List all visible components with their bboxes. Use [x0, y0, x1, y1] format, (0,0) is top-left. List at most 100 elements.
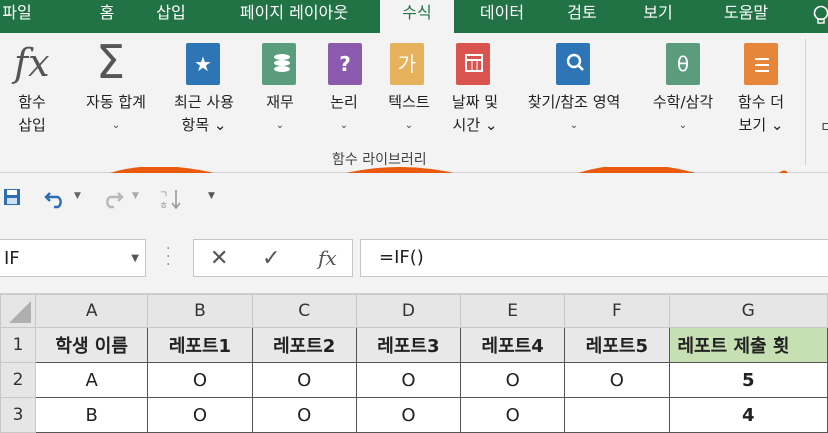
- datetime-label-2: 시간 ⌄: [452, 116, 498, 134]
- svg-text:ㅎ: ㅎ: [159, 201, 168, 211]
- cell-e2[interactable]: O: [460, 362, 566, 398]
- financial-label: 재무: [266, 93, 294, 111]
- function-library-group-label: 함수 라이브러리: [332, 152, 427, 168]
- cell-b3[interactable]: O: [147, 397, 253, 433]
- fx-icon: fx: [14, 41, 50, 85]
- magnifier-book-icon: [556, 43, 590, 85]
- insert-function-label-1: 함수: [18, 93, 46, 111]
- cell-e3[interactable]: O: [460, 397, 566, 433]
- more-functions-label-1: 함수 더: [737, 93, 785, 111]
- tab-file[interactable]: 파일: [0, 0, 34, 33]
- column-header-e[interactable]: E: [460, 294, 566, 328]
- cell-c2[interactable]: O: [251, 362, 357, 398]
- cell-c3[interactable]: O: [251, 397, 357, 433]
- quick-access-toolbar: ▼ ▼ ㄱㅎ ▼: [0, 173, 828, 225]
- undo-icon[interactable]: [44, 187, 68, 209]
- column-header-f[interactable]: F: [564, 294, 670, 328]
- chevron-down-icon[interactable]: ▼: [131, 240, 139, 278]
- name-box-value: IF: [4, 248, 20, 269]
- cell-b2[interactable]: O: [147, 362, 253, 398]
- lookup-reference-label: 찾기/참조 영역: [527, 93, 621, 111]
- autosum-label: 자동 합계: [86, 93, 146, 111]
- row-header[interactable]: 2: [0, 362, 36, 398]
- cell-e1[interactable]: 레포트4: [460, 327, 566, 363]
- tab-insert[interactable]: 삽입: [150, 0, 192, 33]
- cell-c1[interactable]: 레포트2: [251, 327, 357, 363]
- theta-book-icon: θ: [666, 43, 700, 85]
- more-functions-label-2: 보기 ⌄: [738, 116, 784, 134]
- ribbon-group-separator: [805, 39, 806, 165]
- worksheet-grid: A B C D E F G 1 학생 이름 레포트1 레포트2 레포트3 레포트…: [0, 294, 828, 433]
- cell-g1[interactable]: 레포트 제출 횟: [668, 327, 828, 363]
- chevron-down-icon: ⌄: [678, 120, 688, 131]
- chevron-down-icon: ⌄: [339, 120, 349, 131]
- cell-d3[interactable]: O: [355, 397, 462, 433]
- text-book-icon: 가: [390, 43, 424, 85]
- column-header-row: A B C D E F G: [0, 294, 828, 328]
- name-box[interactable]: IF ▼: [0, 239, 146, 277]
- column-header-g[interactable]: G: [668, 294, 828, 328]
- cell-g3[interactable]: 4: [668, 397, 828, 433]
- table-row: 1 학생 이름 레포트1 레포트2 레포트3 레포트4 레포트5 레포트 제출 …: [0, 327, 828, 363]
- cell-g2[interactable]: 5: [668, 362, 828, 398]
- cell-d2[interactable]: O: [355, 362, 462, 398]
- column-header-a[interactable]: A: [34, 294, 149, 328]
- row-header[interactable]: 1: [0, 327, 36, 363]
- svg-text:ㄱ: ㄱ: [159, 190, 168, 201]
- tab-home[interactable]: 홈: [90, 0, 124, 33]
- undo-dropdown-icon[interactable]: ▼: [74, 191, 81, 201]
- tab-view[interactable]: 보기: [636, 0, 680, 33]
- tab-data[interactable]: 데이터: [470, 0, 534, 33]
- resize-handle-icon[interactable]: · · ·: [166, 242, 170, 272]
- formula-input[interactable]: =IF(): [360, 239, 828, 277]
- cell-a1[interactable]: 학생 이름: [34, 327, 149, 363]
- redo-dropdown-icon[interactable]: ▼: [132, 191, 139, 201]
- cell-f3[interactable]: [564, 397, 670, 433]
- sort-icon[interactable]: ㄱㅎ: [158, 187, 182, 211]
- math-trig-label: 수학/삼각: [652, 93, 714, 111]
- redo-icon[interactable]: [100, 187, 124, 209]
- table-row: 2 A O O O O O 5: [0, 362, 828, 398]
- tab-page-layout[interactable]: 페이지 레이아웃: [224, 0, 364, 33]
- enter-icon[interactable]: ✓: [262, 246, 280, 271]
- chevron-down-icon: ⌄: [111, 120, 121, 131]
- cell-a2[interactable]: A: [34, 362, 149, 398]
- ribbon-cut-label: ㅁ: [820, 120, 828, 136]
- recently-used-label-2: 항목 ⌄: [181, 116, 227, 134]
- chevron-down-icon: ⌄: [275, 120, 285, 131]
- customize-toolbar-icon[interactable]: ▼: [208, 191, 215, 201]
- sigma-icon: Σ: [96, 35, 126, 89]
- calendar-book-icon: [456, 43, 490, 85]
- chevron-down-icon: ⌄: [404, 120, 414, 131]
- tab-help[interactable]: 도움말: [712, 0, 780, 33]
- lightbulb-icon[interactable]: [810, 4, 828, 26]
- datetime-label-1: 날짜 및: [451, 93, 499, 111]
- save-icon[interactable]: [2, 187, 22, 207]
- insert-function-label-2: 삽입: [18, 116, 46, 134]
- formula-buttons: ✕ ✓ fx: [193, 239, 353, 277]
- cell-f2[interactable]: O: [564, 362, 670, 398]
- ribbon-formulas: fx 함수 삽입 Σ 자동 합계 ⌄ ★ 최근 사용 항목 ⌄ 재무 ⌄ ? 논…: [0, 33, 828, 189]
- cell-b1[interactable]: 레포트1: [147, 327, 253, 363]
- more-book-icon: [744, 43, 778, 85]
- column-header-b[interactable]: B: [147, 294, 253, 328]
- formula-bar: IF ▼ · · · ✕ ✓ fx =IF(): [0, 225, 828, 294]
- ribbon-tab-bar: 파일 홈 삽입 페이지 레이아웃 수식 데이터 검토 보기 도움말: [0, 0, 828, 33]
- insert-function-icon[interactable]: fx: [318, 246, 337, 270]
- recently-used-label-1: 최근 사용: [174, 93, 234, 111]
- cell-a3[interactable]: B: [34, 397, 149, 433]
- text-label: 텍스트: [388, 93, 430, 111]
- chevron-down-icon: ⌄: [569, 120, 579, 131]
- table-row: 3 B O O O O 4: [0, 397, 828, 433]
- column-header-c[interactable]: C: [251, 294, 357, 328]
- row-header[interactable]: 3: [0, 397, 36, 433]
- question-book-icon: ?: [328, 43, 362, 85]
- cancel-icon[interactable]: ✕: [210, 246, 228, 271]
- select-all-corner[interactable]: [0, 294, 36, 328]
- column-header-d[interactable]: D: [355, 294, 462, 328]
- cell-d1[interactable]: 레포트3: [355, 327, 462, 363]
- tab-formulas[interactable]: 수식: [380, 0, 454, 33]
- coins-book-icon: [262, 43, 296, 85]
- tab-review[interactable]: 검토: [560, 0, 604, 33]
- cell-f1[interactable]: 레포트5: [564, 327, 670, 363]
